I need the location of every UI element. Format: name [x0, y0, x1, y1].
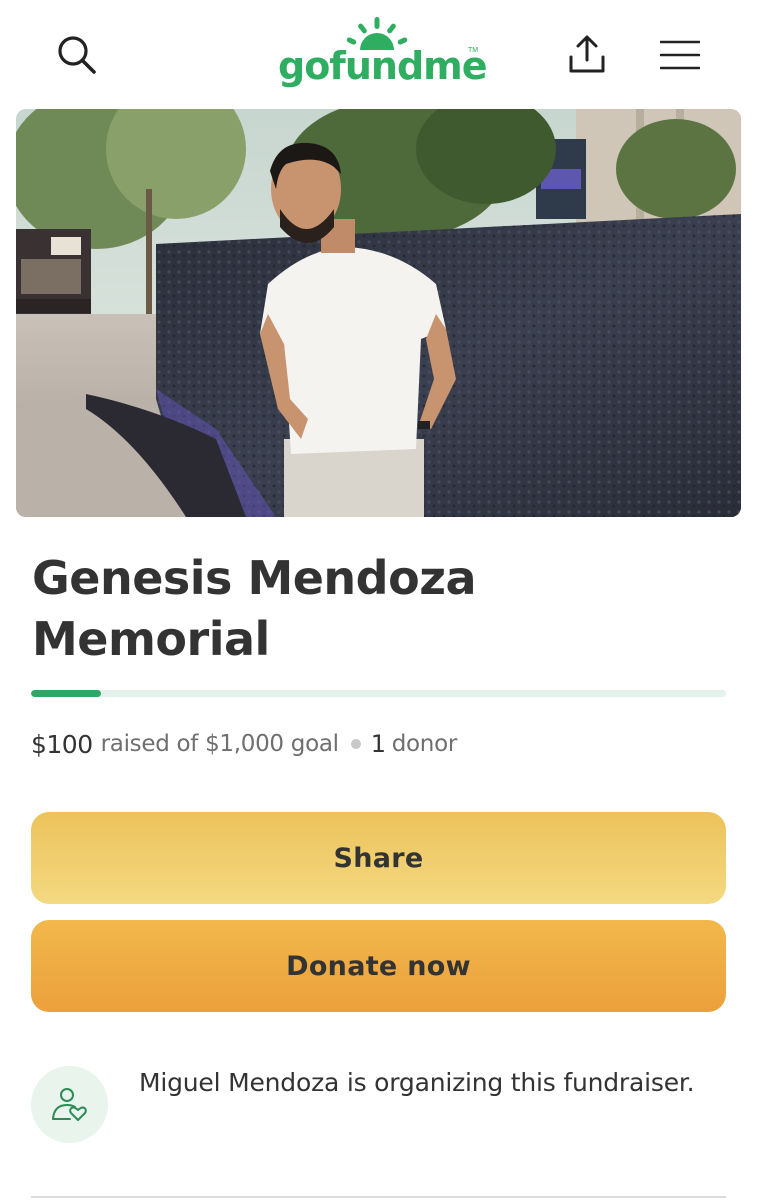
share-upload-icon [569, 35, 605, 73]
share-button[interactable]: Share [31, 812, 726, 904]
logo-wordmark: gofundme [278, 44, 488, 88]
donate-now-button[interactable]: Donate now [31, 920, 726, 1012]
fundraising-stats: $100 raised of $1,000 goal 1 donor [31, 724, 457, 764]
organizer-text: Miguel Mendoza is organizing this fundra… [139, 1068, 695, 1097]
hero-photo [16, 109, 741, 517]
search-icon [58, 36, 96, 74]
campaign-hero-image [16, 109, 741, 517]
trademark-mark: TM [468, 47, 479, 54]
donor-label: donor [391, 731, 458, 757]
share-header-button[interactable] [560, 30, 614, 80]
hamburger-menu-icon [660, 40, 700, 70]
progress-bar [31, 690, 726, 697]
raised-amount: $100 [31, 729, 93, 759]
separator-dot [350, 739, 361, 749]
progress-bar-fill [31, 690, 101, 697]
search-button[interactable] [52, 30, 102, 80]
section-divider [31, 1196, 726, 1198]
gofundme-logo[interactable]: gofundme TM [272, 14, 488, 94]
top-nav-bar: gofundme TM [0, 0, 757, 108]
raised-goal-text: raised of $1,000 goal [100, 731, 339, 757]
organizer-avatar [31, 1066, 108, 1143]
campaign-title: Genesis Mendoza Memorial [32, 551, 477, 666]
menu-button[interactable] [655, 32, 705, 78]
donor-count: 1 [370, 730, 386, 758]
person-heart-icon [51, 1087, 87, 1121]
